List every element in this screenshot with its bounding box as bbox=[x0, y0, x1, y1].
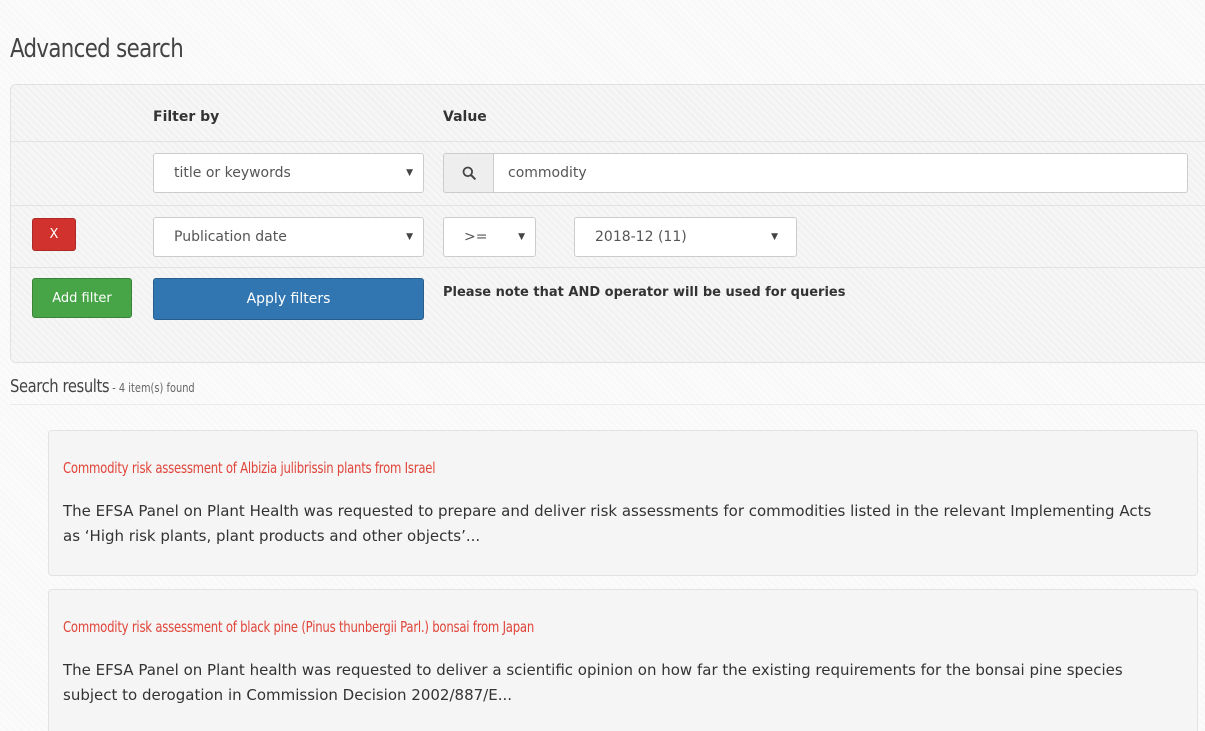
value-header: Value bbox=[443, 109, 487, 125]
date-value: 2018-12 (11) bbox=[595, 229, 687, 245]
result-card: Commodity risk assessment of black pine … bbox=[48, 589, 1198, 731]
query-note: Please note that AND operator will be us… bbox=[443, 285, 846, 300]
caret-down-icon: ▼ bbox=[771, 232, 778, 242]
page-title: Advanced search bbox=[10, 34, 184, 64]
filter-by-header: Filter by bbox=[153, 109, 220, 125]
filter-panel: Filter by Value title or keywords ▼ X Pu… bbox=[10, 84, 1205, 363]
results-heading: Search results - 4 item(s) found bbox=[10, 376, 195, 397]
caret-down-icon: ▼ bbox=[406, 232, 413, 242]
result-card: Commodity risk assessment of Albizia jul… bbox=[48, 430, 1198, 576]
add-filter-button[interactable]: Add filter bbox=[32, 278, 132, 318]
filter-field-value-1: title or keywords bbox=[174, 165, 291, 181]
result-title-link[interactable]: Commodity risk assessment of black pine … bbox=[63, 618, 534, 636]
caret-down-icon: ▼ bbox=[406, 168, 413, 178]
search-input[interactable] bbox=[493, 153, 1188, 193]
page: Advanced search Filter by Value title or… bbox=[0, 0, 1205, 731]
date-value-select[interactable]: 2018-12 (11) ▼ bbox=[574, 217, 797, 257]
result-title-link[interactable]: Commodity risk assessment of Albizia jul… bbox=[63, 459, 436, 477]
remove-filter-button[interactable]: X bbox=[32, 218, 76, 251]
results-title: Search results bbox=[10, 376, 110, 397]
results-count: - 4 item(s) found bbox=[109, 381, 195, 395]
operator-select[interactable]: >= ▼ bbox=[443, 217, 536, 257]
apply-filters-button[interactable]: Apply filters bbox=[153, 278, 424, 320]
search-input-group bbox=[443, 153, 1188, 193]
operator-value: >= bbox=[464, 229, 488, 245]
divider bbox=[11, 267, 1205, 268]
divider bbox=[11, 141, 1205, 142]
divider bbox=[11, 205, 1205, 206]
search-icon[interactable] bbox=[443, 153, 493, 193]
result-summary: The EFSA Panel on Plant Health was reque… bbox=[63, 502, 1152, 545]
filter-field-value-2: Publication date bbox=[174, 229, 287, 245]
filter-field-select-2[interactable]: Publication date ▼ bbox=[153, 217, 424, 257]
divider bbox=[10, 404, 1205, 405]
result-summary: The EFSA Panel on Plant health was reque… bbox=[63, 661, 1123, 704]
caret-down-icon: ▼ bbox=[518, 232, 525, 242]
filter-field-select-1[interactable]: title or keywords ▼ bbox=[153, 153, 424, 193]
